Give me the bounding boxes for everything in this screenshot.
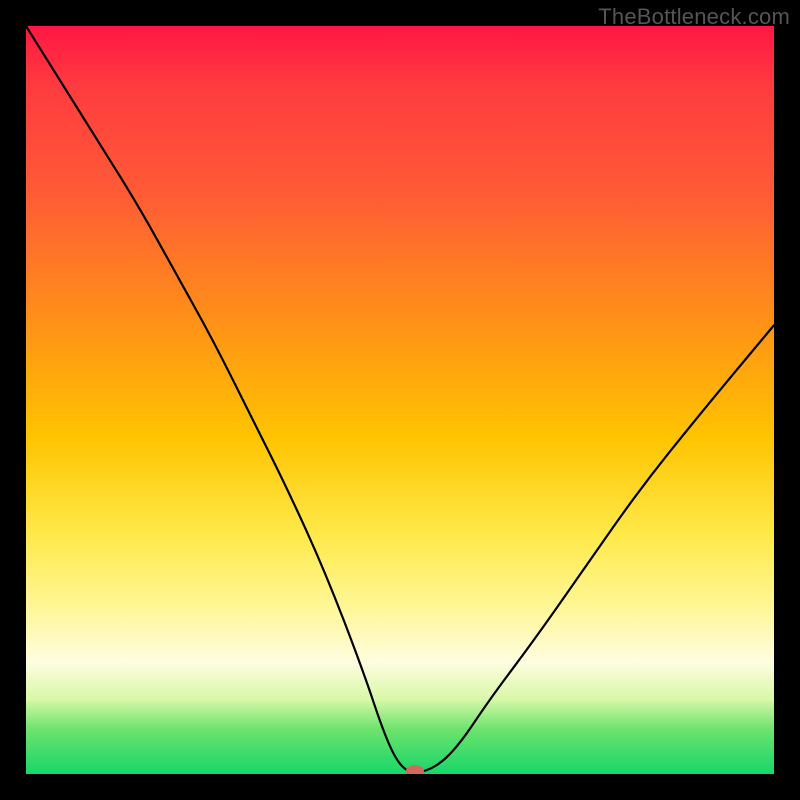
optimal-point-marker	[406, 765, 424, 774]
bottleneck-curve	[26, 26, 774, 772]
chart-svg	[26, 26, 774, 774]
watermark-text: TheBottleneck.com	[598, 4, 790, 30]
chart-frame: TheBottleneck.com	[0, 0, 800, 800]
plot-area	[26, 26, 774, 774]
